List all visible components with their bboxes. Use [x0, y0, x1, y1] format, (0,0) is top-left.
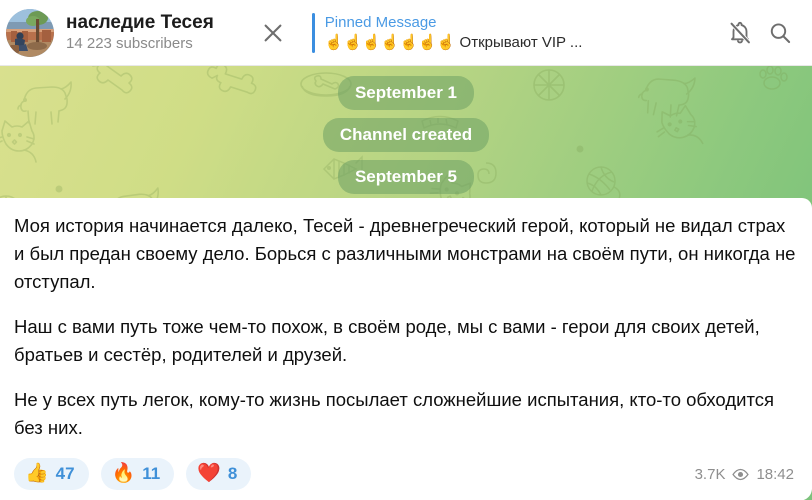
mute-button[interactable]: [720, 13, 760, 53]
reaction-fire-count: 11: [142, 464, 161, 483]
close-button[interactable]: [256, 16, 290, 50]
pinned-label: Pinned Message: [324, 13, 437, 31]
message-container: Моя история начинается далеко, Тесей - д…: [0, 198, 812, 500]
reaction-thumbs-up-count: 47: [55, 464, 75, 483]
thumbs-up-icon: 👍: [25, 463, 49, 484]
message-paragraph-2: Наш с вами путь тоже чем-то похож, в сво…: [14, 316, 760, 365]
bell-muted-icon: [729, 21, 751, 44]
pinned-texts: Pinned Message ☝☝☝☝☝☝☝ Открывают VIP ...: [325, 13, 583, 53]
search-button[interactable]: [760, 13, 800, 53]
fire-icon: 🔥: [111, 463, 136, 484]
subscriber-count: 14 223 subscribers: [66, 35, 193, 52]
date-pills: September 1 Channel created September 5: [0, 76, 812, 194]
bubble-tail: [800, 488, 812, 500]
channel-info[interactable]: наследие Тесея 14 223 subscribers: [66, 12, 214, 53]
search-icon: [770, 22, 791, 43]
header-actions: [720, 13, 800, 53]
reaction-fire[interactable]: 🔥 11: [100, 458, 175, 490]
date-pill-september-1[interactable]: September 1: [337, 76, 475, 110]
channel-title: наследие Тесея: [66, 12, 214, 33]
message-paragraph-3: Не у всех путь легок, кому-то жизнь посы…: [14, 389, 774, 438]
reaction-heart-count: 8: [227, 464, 238, 483]
view-count: 3.7K: [694, 465, 726, 483]
pinned-message[interactable]: Pinned Message ☝☝☝☝☝☝☝ Открывают VIP ...: [311, 11, 710, 55]
pinned-preview: ☝☝☝☝☝☝☝ Открывают VIP ...: [325, 32, 583, 53]
service-pill-channel-created[interactable]: Channel created: [322, 118, 490, 152]
reactions-bar: 👍 47 🔥 11 ❤️ 8: [14, 458, 252, 490]
message-footer: 👍 47 🔥 11 ❤️ 8 3.7K 18:42: [0, 456, 812, 500]
pointing-up-emojis: ☝☝☝☝☝☝☝: [324, 33, 456, 51]
reaction-thumbs-up[interactable]: 👍 47: [14, 458, 89, 490]
telegram-channel-view: наследие Тесея 14 223 subscribers Pinned…: [0, 0, 812, 500]
chat-area: September 1 Channel created September 5 …: [0, 66, 812, 500]
date-pill-september-5[interactable]: September 5: [337, 160, 475, 194]
chat-header: наследие Тесея 14 223 subscribers Pinned…: [0, 0, 812, 66]
close-icon: [264, 24, 282, 41]
pinned-preview-text: Открывают VIP ...: [459, 33, 583, 51]
pinned-accent-bar: [311, 12, 315, 53]
message-meta: 3.7K 18:42: [695, 466, 798, 483]
eye-icon: [732, 468, 750, 480]
message-bubble[interactable]: Моя история начинается далеко, Тесей - д…: [0, 198, 812, 456]
message-time: 18:42: [756, 465, 794, 483]
message-paragraph-1: Моя история начинается далеко, Тесей - д…: [14, 215, 796, 292]
channel-avatar[interactable]: [6, 8, 54, 57]
heart-icon: ❤️: [197, 463, 221, 484]
reaction-heart[interactable]: ❤️ 8: [186, 458, 252, 490]
